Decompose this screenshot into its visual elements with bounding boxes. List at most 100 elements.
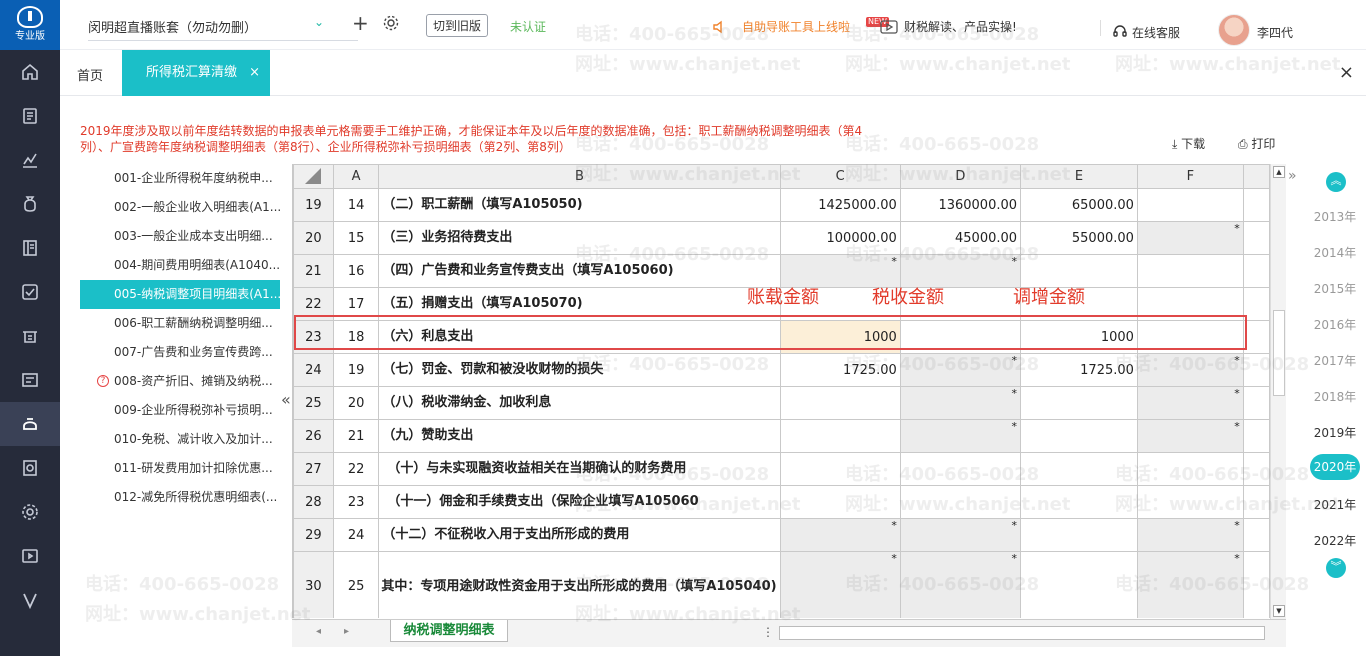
increase-amount-cell[interactable]: 1725.00 bbox=[1020, 353, 1138, 387]
sheet-item[interactable]: 005-纳税调整项目明细表(A1... bbox=[80, 280, 280, 309]
tax-amount-cell[interactable]: 45000.00 bbox=[899, 221, 1022, 255]
print-button[interactable]: ⎙ 打印 bbox=[1238, 135, 1275, 152]
unverified-status[interactable]: 未认证 bbox=[510, 18, 546, 35]
book-amount-cell[interactable] bbox=[779, 419, 901, 453]
scroll-up-icon[interactable]: ▲ bbox=[1273, 166, 1285, 178]
close-all-tabs-icon[interactable]: × bbox=[1339, 62, 1354, 83]
download-button[interactable]: ⤓ 下载 bbox=[1172, 135, 1205, 152]
year-item[interactable]: 2022年 bbox=[1304, 532, 1366, 549]
app-logo[interactable]: 专业版 bbox=[0, 0, 60, 50]
tax-amount-cell[interactable]: * bbox=[899, 518, 1022, 552]
money-bag-icon[interactable] bbox=[0, 182, 60, 226]
col-header-e[interactable]: E bbox=[1020, 164, 1138, 189]
tax-amount-cell[interactable]: * bbox=[899, 386, 1022, 420]
sheet-item[interactable]: 012-减免所得税优惠明细表(... bbox=[80, 483, 280, 512]
sheet-item[interactable]: 011-研发费用加计扣除优惠... bbox=[80, 454, 280, 483]
book-amount-cell[interactable] bbox=[779, 485, 901, 519]
decrease-amount-cell[interactable] bbox=[1136, 254, 1244, 288]
vip-icon[interactable] bbox=[0, 578, 60, 622]
row-number[interactable]: 27 bbox=[293, 452, 334, 486]
scroll-thumb[interactable] bbox=[1273, 310, 1285, 396]
row-number[interactable]: 21 bbox=[293, 254, 334, 288]
increase-amount-cell[interactable] bbox=[1020, 452, 1138, 486]
sheet-tab[interactable]: 纳税调整明细表 bbox=[390, 620, 508, 642]
account-selector[interactable]: 闵明超直播账套（勿动勿删） bbox=[88, 17, 257, 36]
col-header-a[interactable]: A bbox=[332, 164, 380, 189]
year-item[interactable]: 2014年 bbox=[1304, 244, 1366, 261]
row-number[interactable]: 24 bbox=[293, 353, 334, 387]
collapse-panel-icon[interactable]: « bbox=[281, 390, 291, 409]
year-up-icon[interactable]: ︽ bbox=[1326, 172, 1346, 192]
year-item[interactable]: 2019年 bbox=[1304, 424, 1366, 441]
chevron-down-icon[interactable]: ⌄ bbox=[314, 15, 324, 29]
switch-old-version-button[interactable]: 切到旧版 bbox=[426, 14, 489, 37]
decrease-amount-cell[interactable] bbox=[1136, 452, 1244, 486]
sheet-item[interactable]: 003-一般企业成本支出明细... bbox=[80, 222, 280, 251]
increase-amount-cell[interactable]: 65000.00 bbox=[1020, 188, 1138, 222]
sheet-item[interactable]: 002-一般企业收入明细表(A1... bbox=[80, 193, 280, 222]
tax-declare-icon[interactable] bbox=[0, 446, 60, 490]
decrease-amount-cell[interactable] bbox=[1136, 485, 1244, 519]
decrease-amount-cell[interactable]: * bbox=[1136, 221, 1244, 255]
row-number[interactable]: 20 bbox=[293, 221, 334, 255]
col-header-f[interactable]: F bbox=[1136, 164, 1244, 189]
sheet-item[interactable]: 009-企业所得税弥补亏损明... bbox=[80, 396, 280, 425]
row-number[interactable]: 29 bbox=[293, 518, 334, 552]
report-chart-icon[interactable] bbox=[0, 138, 60, 182]
tax-amount-cell[interactable]: * bbox=[899, 551, 1022, 618]
row-number[interactable]: 26 bbox=[293, 419, 334, 453]
scroll-down-icon[interactable]: ▼ bbox=[1273, 605, 1285, 617]
username[interactable]: 李四代 bbox=[1257, 24, 1293, 41]
tax-video-link[interactable]: 财税解读、产品实操! bbox=[904, 18, 1017, 35]
prev-sheet-icon[interactable]: ◂ bbox=[316, 626, 321, 637]
col-header-c[interactable]: C bbox=[779, 164, 901, 189]
horizontal-scrollbar[interactable] bbox=[779, 626, 1265, 640]
year-item[interactable]: 2020年 bbox=[1310, 454, 1360, 480]
vertical-scrollbar[interactable]: ▲ ▼ bbox=[1270, 164, 1286, 619]
book-amount-cell[interactable]: * bbox=[779, 518, 901, 552]
invoice-icon[interactable] bbox=[0, 358, 60, 402]
decrease-amount-cell[interactable]: * bbox=[1136, 419, 1244, 453]
year-item[interactable]: 2021年 bbox=[1304, 496, 1366, 513]
decrease-amount-cell[interactable]: * bbox=[1136, 353, 1244, 387]
year-item[interactable]: 2013年 bbox=[1304, 208, 1366, 225]
expand-years-icon[interactable]: » bbox=[1288, 168, 1297, 184]
decrease-amount-cell[interactable]: * bbox=[1136, 386, 1244, 420]
row-number[interactable]: 19 bbox=[293, 188, 334, 222]
add-icon[interactable]: + bbox=[352, 11, 369, 35]
book-amount-cell[interactable] bbox=[779, 386, 901, 420]
cashier-icon[interactable] bbox=[0, 314, 60, 358]
audit-icon[interactable] bbox=[0, 270, 60, 314]
sheet-item[interactable]: 007-广告费和业务宣传费跨... bbox=[80, 338, 280, 367]
corner-cell[interactable] bbox=[293, 164, 334, 189]
voucher-icon[interactable] bbox=[0, 94, 60, 138]
tax-icon[interactable] bbox=[0, 402, 60, 446]
sheet-item[interactable]: 001-企业所得税年度纳税申... bbox=[80, 164, 280, 193]
sheet-item[interactable]: ? 008-资产折旧、摊销及纳税... bbox=[80, 367, 280, 396]
decrease-amount-cell[interactable]: * bbox=[1136, 518, 1244, 552]
import-tool-promo-link[interactable]: 自助导账工具上线啦 bbox=[742, 18, 850, 35]
decrease-amount-cell[interactable]: * bbox=[1136, 551, 1244, 618]
row-number[interactable]: 25 bbox=[293, 386, 334, 420]
year-down-icon[interactable]: ︾ bbox=[1326, 558, 1346, 578]
year-item[interactable]: 2017年 bbox=[1304, 352, 1366, 369]
online-service-link[interactable]: 在线客服 bbox=[1132, 24, 1180, 41]
settings-icon[interactable] bbox=[0, 490, 60, 534]
col-header-d[interactable]: D bbox=[899, 164, 1022, 189]
gear-icon[interactable] bbox=[382, 14, 400, 32]
tab-income-tax-settlement[interactable]: 所得税汇算清缴 × bbox=[122, 50, 270, 96]
tax-amount-cell[interactable] bbox=[899, 452, 1022, 486]
tax-amount-cell[interactable] bbox=[899, 485, 1022, 519]
sheet-item[interactable]: 004-期间费用明细表(A1040... bbox=[80, 251, 280, 280]
year-item[interactable]: 2018年 bbox=[1304, 388, 1366, 405]
avatar[interactable] bbox=[1218, 14, 1250, 46]
row-number[interactable]: 30 bbox=[293, 551, 334, 618]
increase-amount-cell[interactable] bbox=[1020, 485, 1138, 519]
row-number[interactable]: 28 bbox=[293, 485, 334, 519]
sheet-item[interactable]: 006-职工薪酬纳税调整明细... bbox=[80, 309, 280, 338]
tax-amount-cell[interactable]: 1360000.00 bbox=[899, 188, 1022, 222]
book-amount-cell[interactable]: 1725.00 bbox=[779, 353, 901, 387]
increase-amount-cell[interactable] bbox=[1020, 386, 1138, 420]
book-amount-cell[interactable] bbox=[779, 452, 901, 486]
increase-amount-cell[interactable] bbox=[1020, 518, 1138, 552]
